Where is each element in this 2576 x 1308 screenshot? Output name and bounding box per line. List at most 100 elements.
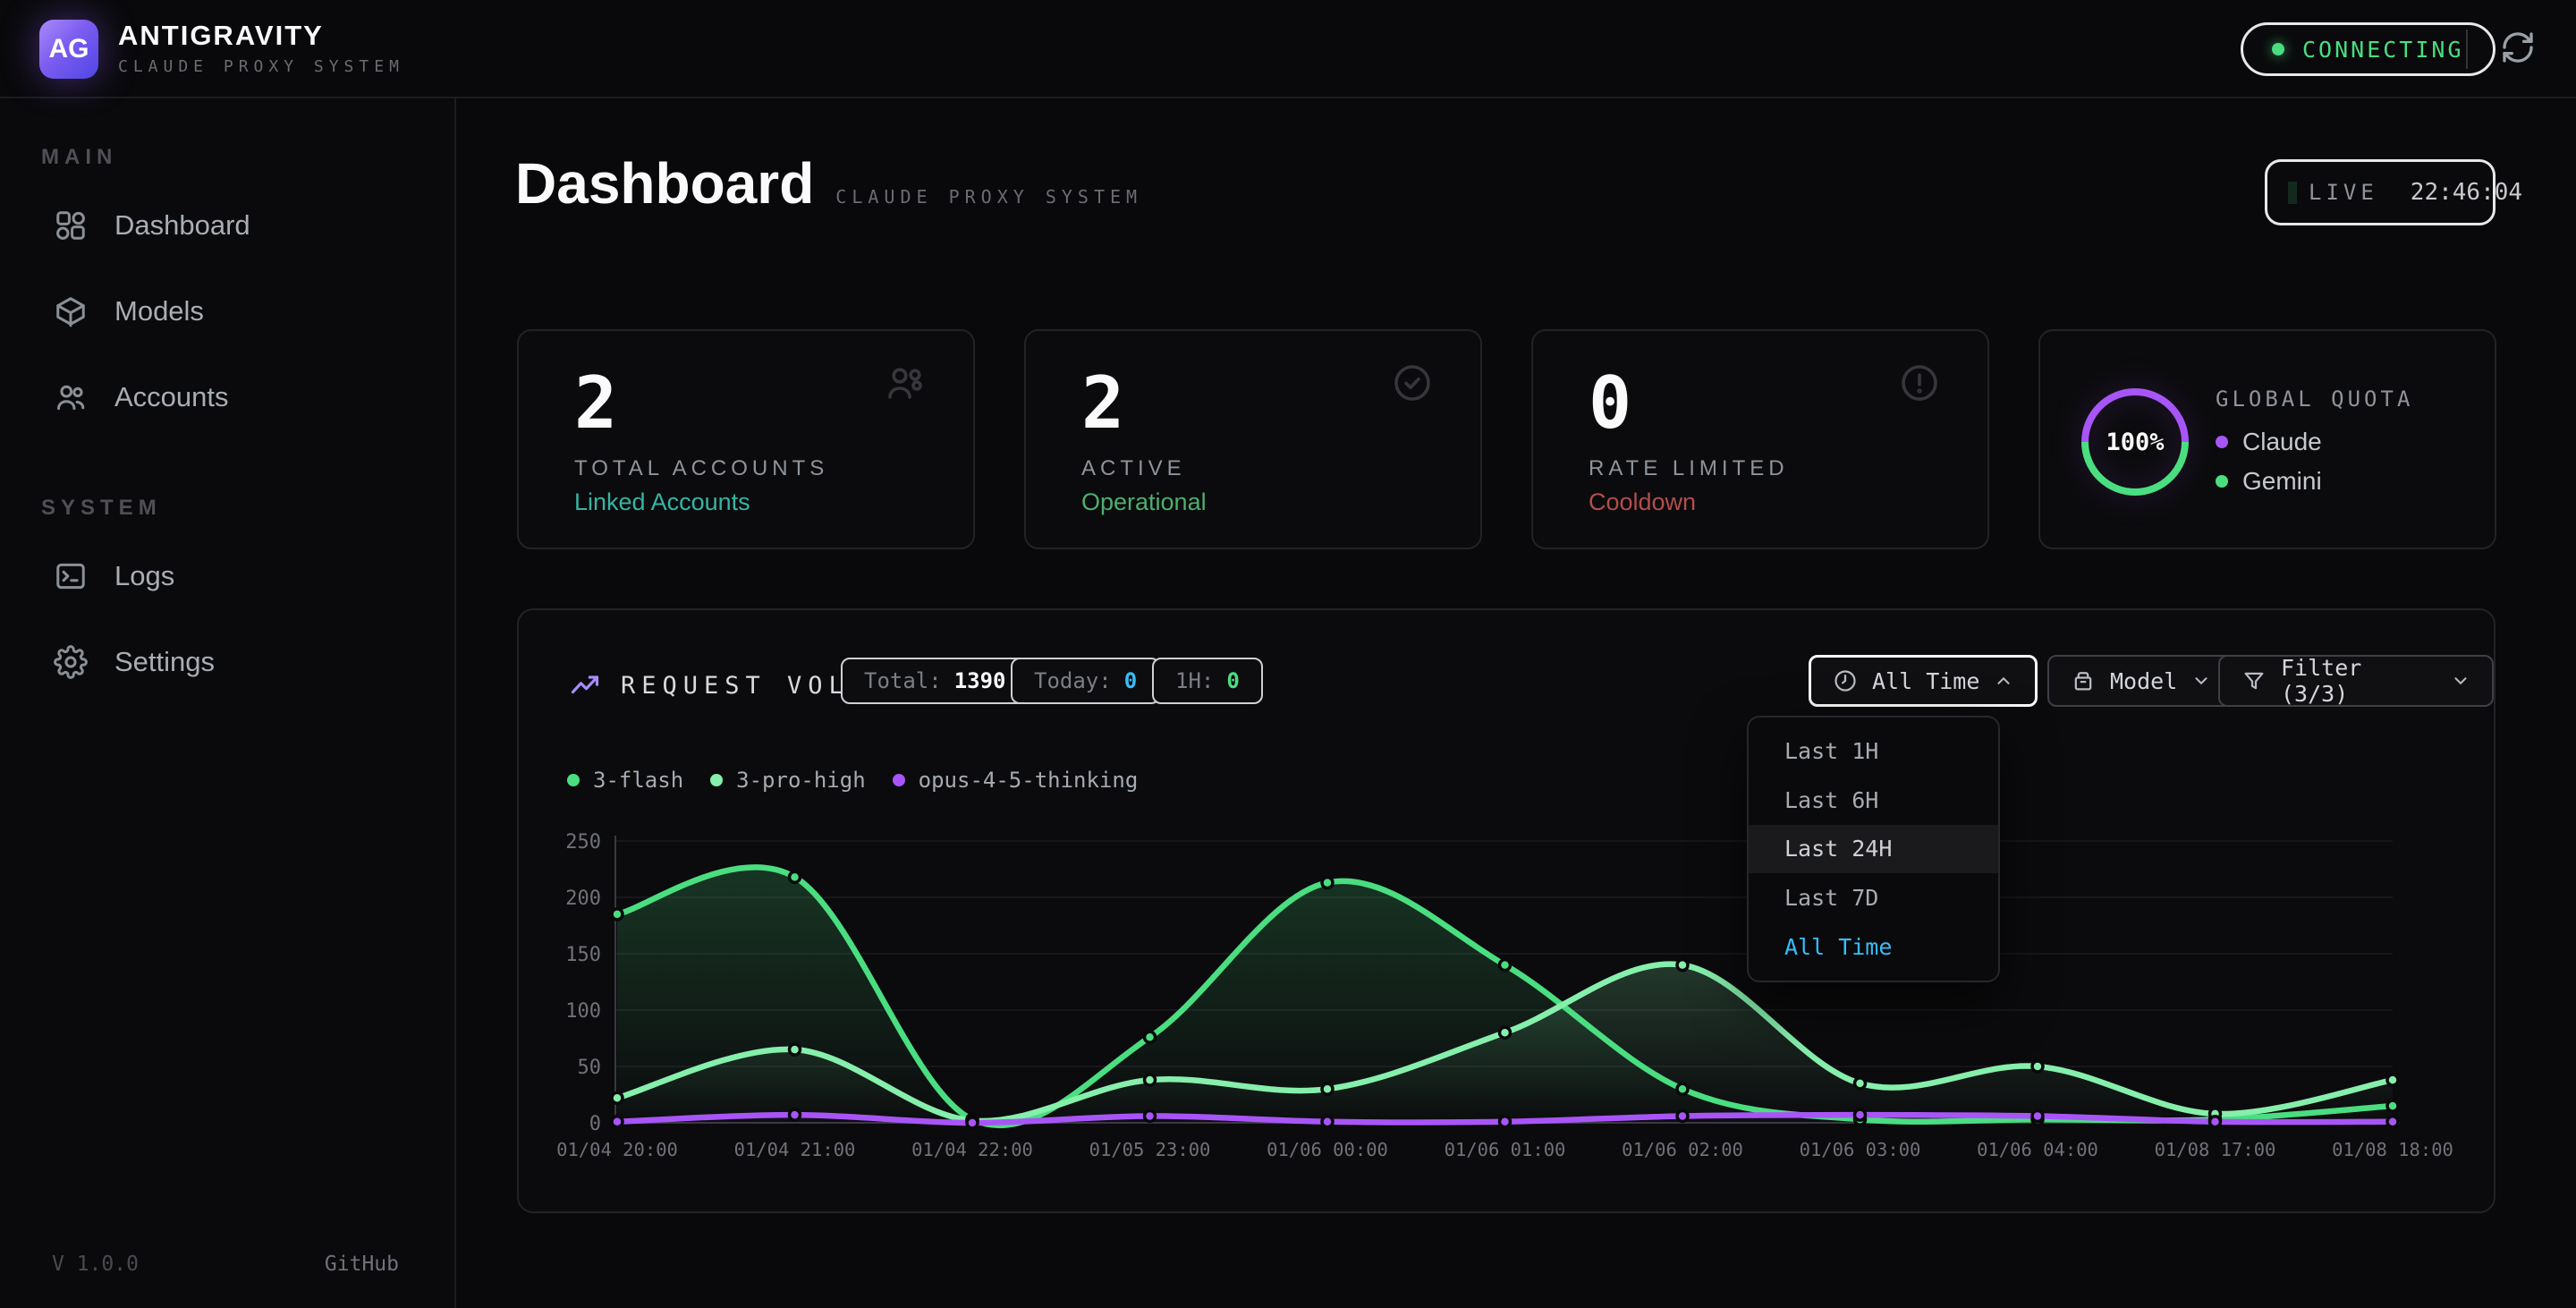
connection-status-badge: CONNECTING bbox=[2241, 22, 2496, 76]
chevron-up-icon bbox=[1994, 671, 2013, 691]
badge-value: 0 bbox=[1124, 668, 1137, 693]
model-button-label: Model bbox=[2110, 668, 2177, 694]
app-logo: AG bbox=[39, 20, 98, 79]
time-range-label: All Time bbox=[1872, 668, 1979, 694]
stat-sublabel: Operational bbox=[1081, 488, 1207, 516]
svg-text:01/04 20:00: 01/04 20:00 bbox=[556, 1139, 678, 1160]
github-link[interactable]: GitHub bbox=[325, 1253, 399, 1276]
sidebar-item-label: Settings bbox=[114, 646, 215, 678]
sidebar-item-label: Accounts bbox=[114, 381, 229, 413]
badge-value: 1390 bbox=[954, 668, 1006, 693]
clock-icon bbox=[1833, 668, 1858, 693]
svg-text:100: 100 bbox=[565, 1000, 601, 1023]
quota-item-label: Gemini bbox=[2242, 467, 2322, 496]
page-title: Dashboard bbox=[515, 150, 814, 217]
main-content: Dashboard CLAUDE PROXY SYSTEM LIVE 22:46… bbox=[456, 98, 2576, 1308]
legend-label: 3-pro-high bbox=[736, 768, 866, 793]
claude-dot-icon bbox=[2216, 436, 2228, 448]
legend-label: opus-4-5-thinking bbox=[919, 768, 1139, 793]
time-range-button[interactable]: All Time bbox=[1809, 655, 2038, 707]
stat-label: RATE LIMITED bbox=[1589, 456, 1789, 481]
legend-item: 3-flash bbox=[567, 768, 683, 793]
stat-sublabel: Linked Accounts bbox=[574, 488, 750, 516]
dropdown-item-last-1h[interactable]: Last 1H bbox=[1749, 726, 1998, 776]
svg-text:0: 0 bbox=[589, 1113, 601, 1135]
time-range-dropdown: Last 1H Last 6H Last 24H Last 7D All Tim… bbox=[1747, 716, 2000, 982]
app-title: ANTIGRAVITY bbox=[118, 20, 324, 52]
svg-text:01/06 04:00: 01/06 04:00 bbox=[1977, 1139, 2098, 1160]
legend-item: opus-4-5-thinking bbox=[893, 768, 1139, 793]
terminal-icon bbox=[54, 559, 88, 593]
one-hour-badge: 1H: 0 bbox=[1152, 658, 1263, 704]
sidebar-item-logs[interactable]: Logs bbox=[18, 542, 438, 610]
quota-percent: 100% bbox=[2080, 386, 2190, 497]
sidebar: MAIN Dashboard Models Accounts SYSTEM bbox=[0, 98, 456, 1308]
quota-item-gemini: Gemini bbox=[2216, 467, 2322, 496]
svg-text:50: 50 bbox=[578, 1057, 602, 1079]
sidebar-item-label: Logs bbox=[114, 560, 174, 592]
cube-icon bbox=[54, 294, 88, 328]
chart-legend: 3-flash 3-pro-high opus-4-5-thinking bbox=[567, 768, 1138, 793]
quota-item-label: Claude bbox=[2242, 428, 2322, 456]
sidebar-section-main: MAIN bbox=[41, 145, 117, 170]
stat-label: ACTIVE bbox=[1081, 456, 1186, 481]
filter-button[interactable]: Filter (3/3) bbox=[2218, 655, 2494, 707]
model-button[interactable]: Model bbox=[2047, 655, 2234, 707]
users-icon bbox=[54, 380, 88, 414]
badge-label: 1H: bbox=[1175, 668, 1214, 693]
refresh-button[interactable] bbox=[2497, 29, 2538, 70]
legend-label: 3-flash bbox=[593, 768, 683, 793]
today-badge: Today: 0 bbox=[1011, 658, 1160, 704]
svg-text:250: 250 bbox=[565, 831, 601, 854]
gear-icon bbox=[54, 645, 88, 679]
total-badge: Total: 1390 bbox=[841, 658, 1030, 704]
svg-text:01/06 03:00: 01/06 03:00 bbox=[1800, 1139, 1921, 1160]
sidebar-item-accounts[interactable]: Accounts bbox=[18, 363, 438, 431]
sidebar-section-system: SYSTEM bbox=[41, 496, 162, 521]
live-clock: 22:46:04 bbox=[2411, 179, 2522, 206]
live-status-badge: LIVE 22:46:04 bbox=[2265, 159, 2496, 225]
stat-sublabel: Cooldown bbox=[1589, 488, 1696, 516]
badge-label: Total: bbox=[864, 668, 942, 693]
badge-label: Today: bbox=[1034, 668, 1112, 693]
app-version: V 1.0.0 bbox=[52, 1253, 139, 1276]
stat-label: TOTAL ACCOUNTS bbox=[574, 456, 828, 481]
alert-circle-icon bbox=[1898, 361, 1941, 404]
sidebar-item-settings[interactable]: Settings bbox=[18, 628, 438, 696]
users-icon bbox=[884, 361, 927, 404]
header-divider bbox=[2466, 30, 2468, 69]
svg-text:01/05 23:00: 01/05 23:00 bbox=[1089, 1139, 1211, 1160]
dropdown-item-last-24h[interactable]: Last 24H bbox=[1749, 825, 1998, 874]
dropdown-item-last-7d[interactable]: Last 7D bbox=[1749, 873, 1998, 922]
dropdown-item-last-6h[interactable]: Last 6H bbox=[1749, 776, 1998, 825]
svg-text:01/04 21:00: 01/04 21:00 bbox=[734, 1139, 856, 1160]
svg-text:01/06 01:00: 01/06 01:00 bbox=[1445, 1139, 1566, 1160]
sidebar-item-dashboard[interactable]: Dashboard bbox=[18, 191, 438, 259]
app-header: AG ANTIGRAVITY CLAUDE PROXY SYSTEM CONNE… bbox=[0, 0, 2576, 98]
legend-dot-icon bbox=[893, 774, 905, 786]
legend-item: 3-pro-high bbox=[710, 768, 866, 793]
box-icon bbox=[2071, 668, 2096, 693]
svg-text:01/06 02:00: 01/06 02:00 bbox=[1622, 1139, 1743, 1160]
stat-card-active: 2 ACTIVE Operational bbox=[1024, 329, 1482, 549]
request-volume-panel: 05010015020025001/04 20:0001/04 21:0001/… bbox=[517, 608, 2496, 1213]
stat-card-global-quota: 100% GLOBAL QUOTA Claude Gemini bbox=[2038, 329, 2496, 549]
page-subtitle: CLAUDE PROXY SYSTEM bbox=[835, 186, 1142, 208]
refresh-icon bbox=[2500, 30, 2536, 70]
filter-button-label: Filter (3/3) bbox=[2281, 655, 2436, 707]
legend-dot-icon bbox=[710, 774, 723, 786]
sidebar-item-models[interactable]: Models bbox=[18, 277, 438, 345]
svg-text:01/04 22:00: 01/04 22:00 bbox=[911, 1139, 1033, 1160]
app-subtitle: CLAUDE PROXY SYSTEM bbox=[118, 57, 404, 76]
connection-status-label: CONNECTING bbox=[2302, 37, 2464, 63]
gemini-dot-icon bbox=[2216, 475, 2228, 488]
sidebar-item-label: Models bbox=[114, 295, 204, 327]
status-dot-icon bbox=[2272, 43, 2284, 55]
svg-text:01/06 00:00: 01/06 00:00 bbox=[1267, 1139, 1388, 1160]
svg-text:01/08 17:00: 01/08 17:00 bbox=[2155, 1139, 2276, 1160]
trending-up-icon bbox=[569, 669, 601, 701]
stat-value: 0 bbox=[1589, 361, 1631, 445]
dropdown-item-all-time[interactable]: All Time bbox=[1749, 922, 1998, 972]
live-label: LIVE bbox=[2309, 180, 2378, 205]
stat-card-rate-limited: 0 RATE LIMITED Cooldown bbox=[1531, 329, 1989, 549]
